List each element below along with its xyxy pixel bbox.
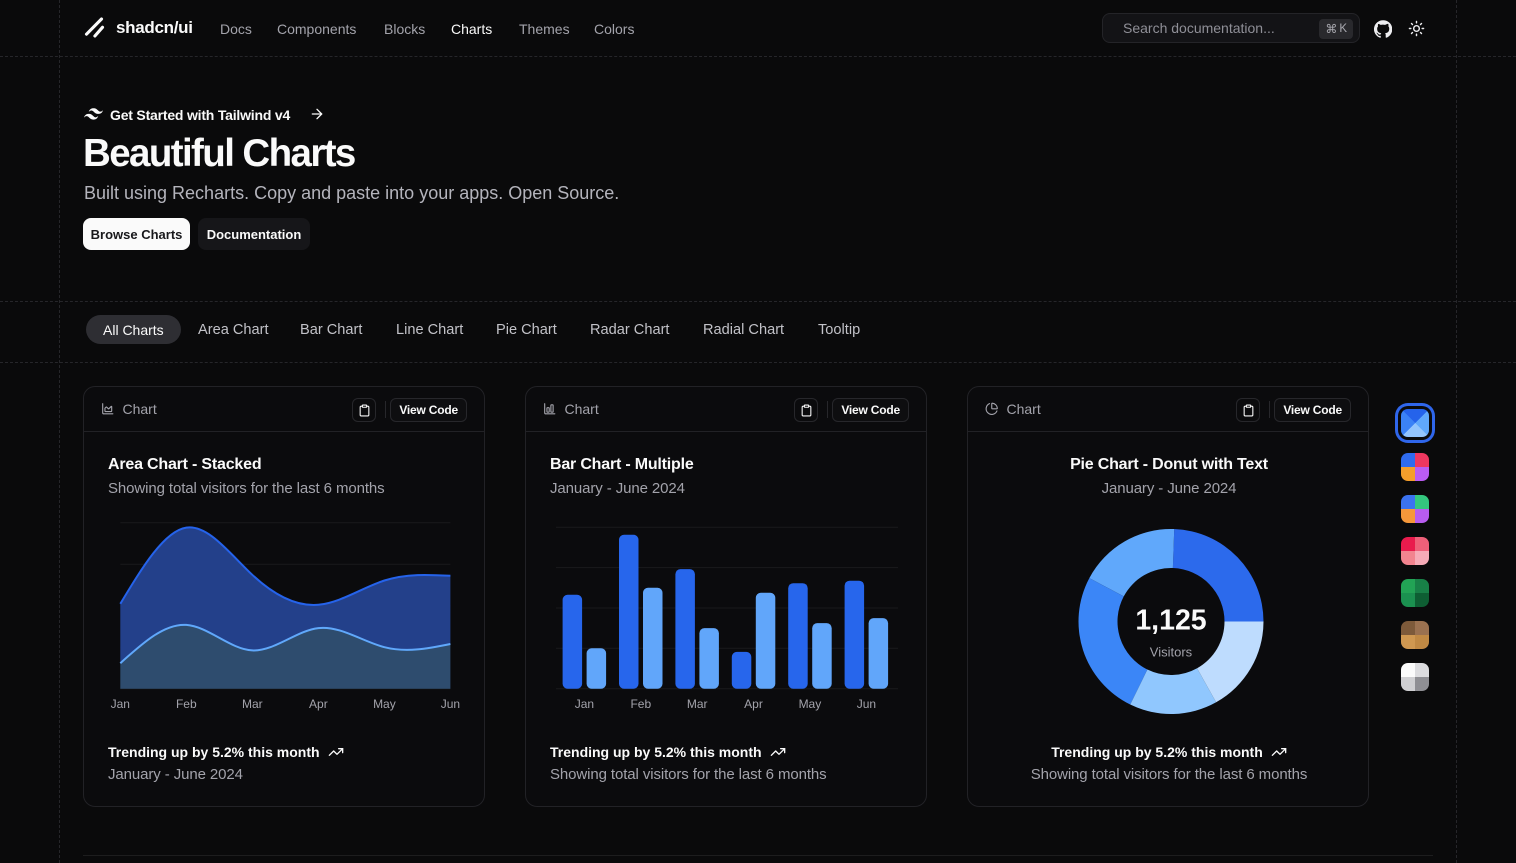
svg-text:Visitors: Visitors	[1150, 645, 1193, 660]
svg-text:May: May	[373, 697, 396, 711]
svg-text:1,125: 1,125	[1135, 605, 1206, 637]
svg-text:May: May	[799, 697, 822, 711]
svg-text:Mar: Mar	[687, 697, 708, 711]
svg-text:Feb: Feb	[630, 697, 651, 711]
svg-text:Feb: Feb	[176, 697, 197, 711]
svg-text:Jun: Jun	[441, 697, 460, 711]
svg-text:Jun: Jun	[857, 697, 876, 711]
svg-text:Mar: Mar	[242, 697, 263, 711]
svg-text:Apr: Apr	[309, 697, 328, 711]
svg-text:Jan: Jan	[575, 697, 594, 711]
svg-text:Apr: Apr	[744, 697, 763, 711]
svg-text:Jan: Jan	[111, 697, 130, 711]
